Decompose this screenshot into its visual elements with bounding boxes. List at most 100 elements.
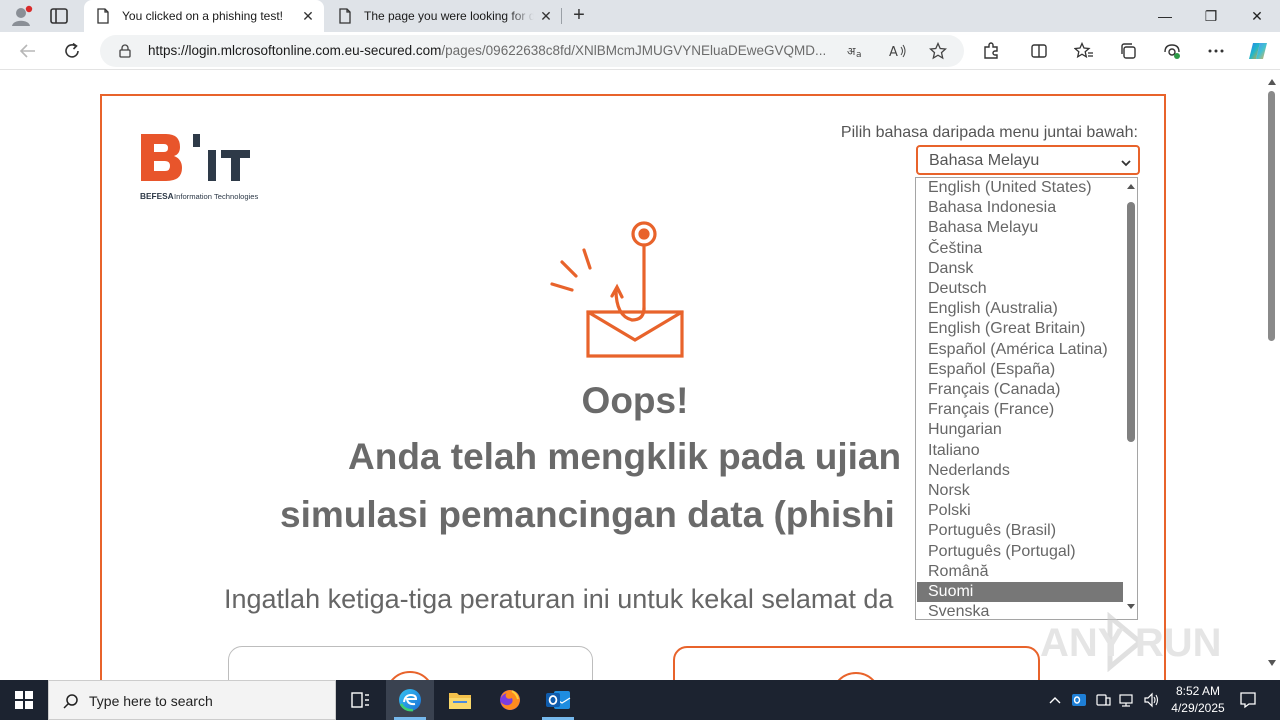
- devices-tray-icon[interactable]: [1092, 680, 1114, 720]
- copilot-icon[interactable]: [1246, 39, 1270, 63]
- phishing-hook-envelope-icon: [546, 216, 686, 361]
- bit-logo: BEFESA Information Technologies: [140, 132, 280, 204]
- document-icon: [338, 8, 352, 24]
- minimize-button[interactable]: —: [1142, 0, 1188, 32]
- message-line-2: simulasi pemancingan data (phishi: [280, 494, 895, 535]
- settings-more-icon[interactable]: [1204, 39, 1228, 63]
- language-option[interactable]: Norsk: [917, 481, 1123, 501]
- notifications-icon[interactable]: [1236, 680, 1260, 720]
- browser-toolbar: https://login.mlcrosoftonline.com.eu-sec…: [0, 32, 1280, 70]
- scrollbar-thumb[interactable]: [1268, 91, 1275, 341]
- dropdown-scrollbar-thumb[interactable]: [1127, 202, 1135, 442]
- windows-start-icon[interactable]: [0, 680, 48, 720]
- language-option[interactable]: Français (Canada): [917, 380, 1123, 400]
- tab-actions-icon[interactable]: [48, 6, 70, 26]
- windows-taskbar: Type here to search 8:52 AM 4/29/2025: [0, 680, 1280, 720]
- taskbar-clock[interactable]: 8:52 AM 4/29/2025: [1160, 683, 1236, 717]
- file-explorer-icon[interactable]: [436, 680, 484, 720]
- svg-text:Information Technologies: Information Technologies: [174, 192, 258, 201]
- language-option[interactable]: Bahasa Indonesia: [917, 198, 1123, 218]
- language-option[interactable]: Português (Brasil): [917, 521, 1123, 541]
- rule-2-icon: [831, 672, 881, 680]
- search-icon: [63, 693, 79, 709]
- language-option[interactable]: Suomi: [917, 582, 1123, 602]
- tray-overflow-chevron-icon[interactable]: [1044, 680, 1066, 720]
- language-option[interactable]: Deutsch: [917, 279, 1123, 299]
- tab-close-icon[interactable]: ✕: [534, 4, 558, 28]
- browser-tab-strip: You clicked on a phishing test! ✕ The pa…: [0, 0, 1280, 32]
- extensions-icon[interactable]: [979, 39, 1003, 63]
- language-dropdown-list[interactable]: English (United States) Bahasa Indonesia B…: [915, 177, 1138, 620]
- search-placeholder: Type here to search: [89, 693, 213, 709]
- tab-title: You clicked on a phishing test!: [122, 9, 283, 23]
- language-option[interactable]: Hungarian: [917, 420, 1123, 440]
- tab-phishing-test[interactable]: You clicked on a phishing test! ✕: [84, 0, 324, 32]
- close-window-button[interactable]: ✕: [1234, 0, 1280, 32]
- language-option[interactable]: English (Great Britain): [917, 319, 1123, 339]
- language-option[interactable]: Nederlands: [917, 461, 1123, 481]
- outlook-tray-icon[interactable]: [1068, 680, 1090, 720]
- language-option[interactable]: Dansk: [917, 259, 1123, 279]
- tab-title: The page you were looking for doesn't ex…: [364, 9, 534, 23]
- lock-icon[interactable]: [118, 44, 132, 58]
- tab-page-not-found[interactable]: The page you were looking for doesn't ex…: [326, 0, 562, 32]
- task-view-icon[interactable]: [336, 680, 384, 720]
- rule-1-icon: [385, 671, 435, 680]
- rule-card-2: [673, 646, 1040, 680]
- anyrun-watermark: ANY RUN: [1040, 612, 1240, 672]
- address-bar[interactable]: https://login.mlcrosoftonline.com.eu-sec…: [100, 35, 964, 67]
- volume-icon[interactable]: [1140, 680, 1162, 720]
- language-option[interactable]: Italiano: [917, 441, 1123, 461]
- translate-icon[interactable]: अa: [846, 41, 866, 61]
- svg-text:a: a: [856, 50, 862, 59]
- language-label: Pilih bahasa daripada menu juntai bawah:: [840, 124, 1138, 141]
- dropdown-scroll-up-icon[interactable]: [1127, 184, 1135, 189]
- url-path: /pages/09622638c8fd/XNlBMcmJMUGVYNEluaDE…: [441, 43, 827, 58]
- tab-separator: [561, 8, 562, 24]
- split-screen-icon[interactable]: [1027, 39, 1051, 63]
- maximize-button[interactable]: ❐: [1188, 0, 1234, 32]
- language-option[interactable]: English (United States): [917, 178, 1123, 198]
- language-select-value: Bahasa Melayu: [929, 152, 1040, 169]
- rule-card-1: [228, 646, 593, 680]
- document-icon: [96, 8, 110, 24]
- read-aloud-icon[interactable]: A: [888, 41, 908, 61]
- outlook-icon[interactable]: [534, 680, 582, 720]
- browser-essentials-icon[interactable]: [1160, 39, 1184, 63]
- network-icon[interactable]: [1116, 680, 1138, 720]
- language-option[interactable]: Español (América Latina): [917, 340, 1123, 360]
- dropdown-scroll-down-icon[interactable]: [1127, 604, 1135, 609]
- clock-date: 4/29/2025: [1171, 701, 1225, 715]
- url-text[interactable]: https://login.mlcrosoftonline.com.eu-sec…: [148, 43, 842, 58]
- message-line-1: Anda telah mengklik pada ujian: [348, 436, 902, 477]
- language-option[interactable]: Bahasa Melayu: [917, 218, 1123, 238]
- dropdown-scrollbar[interactable]: [1124, 178, 1137, 619]
- tab-close-icon[interactable]: ✕: [296, 4, 320, 28]
- favorites-icon[interactable]: [1072, 39, 1096, 63]
- svg-text:BEFESA: BEFESA: [140, 191, 174, 201]
- language-option[interactable]: Čeština: [917, 239, 1123, 259]
- favorite-star-icon[interactable]: [928, 41, 948, 61]
- edge-taskbar-icon[interactable]: [386, 680, 434, 720]
- scroll-down-arrow-icon[interactable]: [1268, 660, 1276, 666]
- profile-avatar-icon[interactable]: [10, 5, 34, 27]
- back-button[interactable]: [16, 39, 40, 63]
- scroll-up-arrow-icon[interactable]: [1268, 79, 1276, 85]
- language-option[interactable]: Português (Portugal): [917, 542, 1123, 562]
- collections-icon[interactable]: [1116, 39, 1140, 63]
- clock-time: 8:52 AM: [1175, 684, 1221, 698]
- svg-text:अ: अ: [847, 45, 856, 58]
- language-option[interactable]: Română: [917, 562, 1123, 582]
- refresh-button[interactable]: [60, 39, 84, 63]
- language-option[interactable]: Français (France): [917, 400, 1123, 420]
- language-option[interactable]: Polski: [917, 501, 1123, 521]
- firefox-icon[interactable]: [486, 680, 534, 720]
- rules-intro-text: Ingatlah ketiga-tiga peraturan ini untuk…: [224, 584, 894, 614]
- page-scrollbar[interactable]: [1264, 71, 1280, 680]
- language-option[interactable]: Español (España): [917, 360, 1123, 380]
- language-option[interactable]: English (Australia): [917, 299, 1123, 319]
- language-select[interactable]: Bahasa Melayu: [916, 145, 1140, 175]
- taskbar-search-box[interactable]: Type here to search: [48, 680, 336, 720]
- url-domain: https://login.mlcrosoftonline.com.eu-sec…: [148, 43, 442, 58]
- new-tab-button[interactable]: +: [568, 5, 590, 27]
